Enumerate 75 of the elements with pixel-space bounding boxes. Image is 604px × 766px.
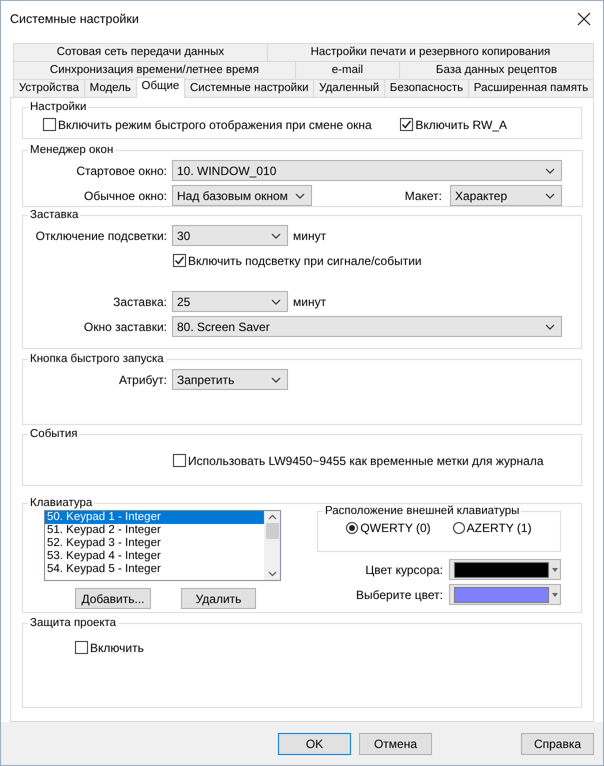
radio-button[interactable]: QWERTY (0) xyxy=(346,521,431,535)
checkbox[interactable]: Включить xyxy=(75,640,144,654)
dialog-button[interactable]: Справка xyxy=(521,732,594,754)
checkbox[interactable]: Включить подсветку при сигнале/событии xyxy=(173,254,422,268)
checkmark-icon xyxy=(401,119,412,130)
dropdown[interactable]: Над базовым окном xyxy=(172,185,312,206)
unit-label: минут xyxy=(293,228,326,242)
group-title: Менеджер окон xyxy=(29,144,114,156)
caret-icon xyxy=(552,568,558,572)
scroll-down-icon[interactable] xyxy=(268,571,276,577)
chevron-down-icon xyxy=(295,192,305,198)
list-item[interactable]: 54. Keypad 5 - Integer xyxy=(45,563,264,576)
checkmark-icon xyxy=(174,255,185,266)
field-label: Отключение подсветки: xyxy=(34,228,167,242)
group-title: Настройки xyxy=(29,101,88,113)
chevron-down-icon xyxy=(545,192,555,198)
field-label: Стартовое окно: xyxy=(75,164,167,178)
radio-button[interactable]: AZERTY (1) xyxy=(452,521,532,535)
add-button[interactable]: Добавить... xyxy=(75,588,151,609)
tab[interactable]: Синхронизация времени/летнее время xyxy=(13,61,296,79)
field-label: Атрибут: xyxy=(118,372,167,386)
dialog-button[interactable]: Отмена xyxy=(359,732,432,754)
keypad-list[interactable]: 50. Keypad 1 - Integer 51. Keypad 2 - Integer 52. Keypad 3 - Integer 53. Keypad 4 - Integer 54. Keypad 5 - Integer xyxy=(44,510,281,581)
chevron-down-icon xyxy=(545,324,555,330)
tab[interactable]: База данных рецептов xyxy=(398,61,594,79)
tab[interactable]: Модель xyxy=(84,79,137,97)
tab[interactable]: Расширенная память xyxy=(468,79,594,97)
tab[interactable]: Сотовая сеть передачи данных xyxy=(13,43,268,61)
group-title: Заставка xyxy=(29,209,80,221)
dropdown[interactable]: Запретить xyxy=(172,369,288,390)
field-label: Окно заставки: xyxy=(82,320,167,334)
checkbox[interactable]: Использовать LW9450~9455 как временные метки для журнала xyxy=(173,454,544,468)
dialog-button[interactable]: OK xyxy=(278,732,351,754)
group-title: События xyxy=(29,428,78,440)
scrollbar[interactable] xyxy=(264,511,280,580)
scroll-thumb[interactable] xyxy=(266,523,278,539)
tab[interactable]: Устройства xyxy=(13,79,85,97)
group-title: Кнопка быстрого запуска xyxy=(29,353,165,365)
dropdown[interactable]: 10. WINDOW_010 xyxy=(172,160,562,181)
tab[interactable]: Общие xyxy=(136,77,186,98)
dropdown[interactable]: 25 xyxy=(172,291,288,312)
color-picker[interactable] xyxy=(449,559,561,580)
list-item[interactable]: 50. Keypad 1 - Integer xyxy=(45,511,264,524)
checkbox[interactable]: Включить режим быстрого отображения при смене окна xyxy=(43,118,372,132)
tab[interactable]: Удаленный xyxy=(313,79,385,97)
window-title: Системные настройки xyxy=(10,12,139,26)
list-item[interactable]: 51. Keypad 2 - Integer xyxy=(45,524,264,537)
list-item[interactable]: 53. Keypad 4 - Integer xyxy=(45,550,264,563)
checkbox[interactable]: Включить RW_A xyxy=(400,118,507,132)
dropdown[interactable]: 30 xyxy=(172,225,288,246)
group-title: Клавиатура xyxy=(29,497,94,509)
chevron-down-icon xyxy=(271,232,281,238)
caret-icon xyxy=(552,592,558,596)
dropdown[interactable]: 80. Screen Saver xyxy=(172,316,562,337)
field-label: Обычное окно: xyxy=(83,188,167,202)
dropdown[interactable]: Характер xyxy=(450,185,562,206)
tab[interactable]: Настройки печати и резервного копирования xyxy=(266,43,594,61)
tab[interactable]: e-mail xyxy=(294,61,400,79)
field-label: Макет: xyxy=(404,188,442,202)
tab[interactable]: Системные настройки xyxy=(184,79,314,97)
chevron-down-icon xyxy=(545,168,555,174)
scroll-up-icon[interactable] xyxy=(268,514,276,520)
close-icon[interactable] xyxy=(577,12,591,26)
chevron-down-icon xyxy=(271,298,281,304)
field-label: Выберите цвет: xyxy=(356,588,443,602)
chevron-down-icon xyxy=(271,376,281,382)
color-picker[interactable] xyxy=(449,584,561,605)
tab[interactable]: Безопасность xyxy=(384,79,469,97)
field-label: Заставка: xyxy=(112,294,167,308)
group-title: Расположение внешней клавиатуры xyxy=(324,505,520,517)
list-item[interactable]: 52. Keypad 3 - Integer xyxy=(45,537,264,550)
unit-label: минут xyxy=(293,294,326,308)
delete-button[interactable]: Удалить xyxy=(181,588,256,609)
group-title: Защита проекта xyxy=(29,617,118,629)
field-label: Цвет курсора: xyxy=(365,562,443,576)
